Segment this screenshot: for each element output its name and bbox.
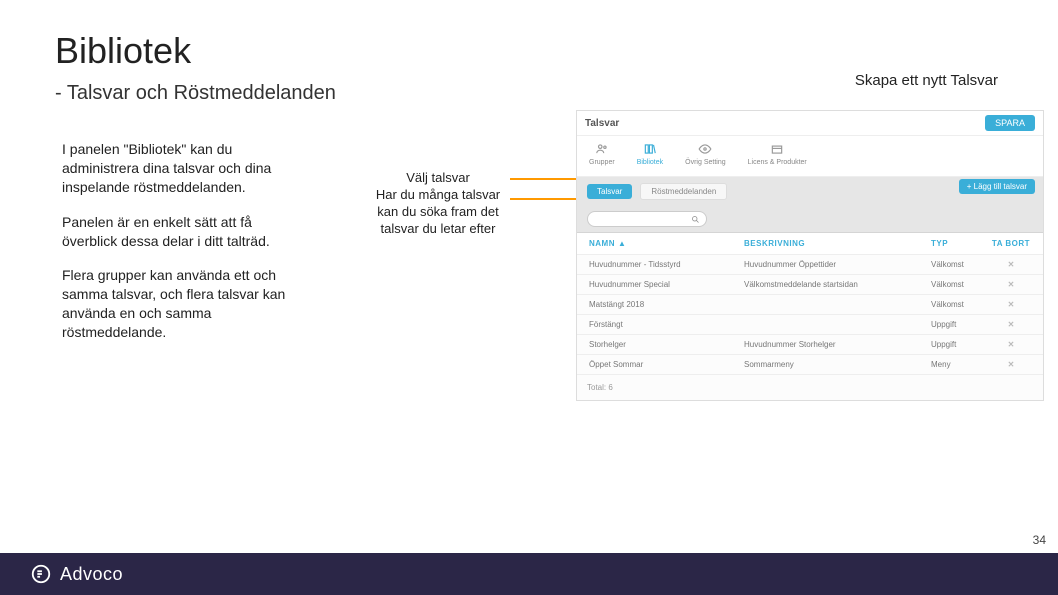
page-subtitle: - Talsvar och Röstmeddelanden — [55, 82, 336, 105]
delete-row-button[interactable]: ✕ — [991, 260, 1031, 269]
table-body: Huvudnummer - TidsstyrdHuvudnummer Öppet… — [577, 255, 1043, 375]
header-name[interactable]: NAMN — [589, 239, 615, 248]
table-row[interactable]: Öppet SommarSommarmenyMeny✕ — [577, 355, 1043, 375]
brand-logo: Advoco — [30, 563, 123, 585]
annotation-top-right: Skapa ett nytt Talsvar — [855, 72, 998, 89]
paragraph-1: I panelen "Bibliotek" kan du administrer… — [62, 140, 287, 197]
annotation-center: Välj talsvar Har du många talsvar kan du… — [368, 170, 508, 238]
table-footer: Total: 6 — [577, 375, 1043, 400]
page-title: Bibliotek — [55, 30, 191, 72]
cell-desc — [744, 300, 931, 309]
page-number: 34 — [1033, 533, 1046, 547]
cell-name: Storhelger — [589, 340, 744, 349]
add-talsvar-button[interactable]: + Lägg till talsvar — [959, 179, 1035, 194]
tab-label: Grupper — [589, 159, 615, 166]
delete-row-button[interactable]: ✕ — [991, 320, 1031, 329]
cell-type: Välkomst — [931, 280, 991, 289]
library-icon — [641, 142, 659, 156]
cell-type: Uppgift — [931, 320, 991, 329]
search-input[interactable] — [587, 211, 707, 227]
cell-desc — [744, 320, 931, 329]
top-tabs: Grupper Bibliotek Övrig Setting Licens &… — [577, 136, 1043, 177]
center-line-1: Välj talsvar — [368, 170, 508, 187]
logo-mark-icon — [30, 563, 52, 585]
tab-label: Bibliotek — [637, 159, 663, 166]
tab-bibliotek[interactable]: Bibliotek — [637, 142, 663, 166]
cell-desc: Huvudnummer Öppettider — [744, 260, 931, 269]
cell-desc: Välkomstmeddelande startsidan — [744, 280, 931, 289]
tab-grupper[interactable]: Grupper — [589, 142, 615, 166]
admin-panel-screenshot: Talsvar SPARA Grupper Bibliotek Övrig Se… — [576, 110, 1044, 401]
brand-name: Advoco — [60, 564, 123, 585]
tab-licens[interactable]: Licens & Produkter — [748, 142, 807, 166]
sort-icon: ▲ — [618, 239, 626, 248]
header-desc[interactable]: BESKRIVNING — [744, 239, 931, 248]
eye-icon — [696, 142, 714, 156]
table-row[interactable]: Huvudnummer - TidsstyrdHuvudnummer Öppet… — [577, 255, 1043, 275]
paragraph-3: Flera grupper kan använda ett och samma … — [62, 266, 287, 342]
paragraph-2: Panelen är en enkelt sätt att få överbli… — [62, 213, 287, 251]
table-row[interactable]: StorhelgerHuvudnummer StorhelgerUppgift✕ — [577, 335, 1043, 355]
cell-type: Meny — [931, 360, 991, 369]
tab-label: Övrig Setting — [685, 159, 725, 166]
delete-row-button[interactable]: ✕ — [991, 360, 1031, 369]
delete-row-button[interactable]: ✕ — [991, 280, 1031, 289]
delete-row-button[interactable]: ✕ — [991, 340, 1031, 349]
header-type[interactable]: TYP — [931, 239, 991, 248]
center-line-2: Har du många talsvar kan du söka fram de… — [368, 187, 508, 238]
table-row[interactable]: Matstängt 2018 Välkomst✕ — [577, 295, 1043, 315]
tab-label: Licens & Produkter — [748, 159, 807, 166]
subtab-rostmeddelanden[interactable]: Röstmeddelanden — [640, 183, 727, 200]
delete-row-button[interactable]: ✕ — [991, 300, 1031, 309]
cell-type: Uppgift — [931, 340, 991, 349]
subtab-talsvar[interactable]: Talsvar — [587, 184, 632, 199]
panel-title: Talsvar — [585, 118, 619, 129]
left-description-column: I panelen "Bibliotek" kan du administrer… — [62, 140, 287, 358]
table-row[interactable]: Förstängt Uppgift✕ — [577, 315, 1043, 335]
save-button[interactable]: SPARA — [985, 115, 1035, 131]
cell-desc: Huvudnummer Storhelger — [744, 340, 931, 349]
cell-name: Huvudnummer Special — [589, 280, 744, 289]
cell-name: Förstängt — [589, 320, 744, 329]
tab-ovrig-setting[interactable]: Övrig Setting — [685, 142, 725, 166]
cell-name: Öppet Sommar — [589, 360, 744, 369]
cell-name: Matstängt 2018 — [589, 300, 744, 309]
cell-desc: Sommarmeny — [744, 360, 931, 369]
cell-type: Välkomst — [931, 300, 991, 309]
search-icon — [691, 215, 700, 224]
table-row[interactable]: Huvudnummer SpecialVälkomstmeddelande st… — [577, 275, 1043, 295]
cell-type: Välkomst — [931, 260, 991, 269]
footer-bar: Advoco — [0, 553, 1058, 595]
users-icon — [593, 142, 611, 156]
box-icon — [768, 142, 786, 156]
header-delete: TA BORT — [991, 239, 1031, 248]
table-header: NAMN▲ BESKRIVNING TYP TA BORT — [577, 233, 1043, 255]
cell-name: Huvudnummer - Tidsstyrd — [589, 260, 744, 269]
